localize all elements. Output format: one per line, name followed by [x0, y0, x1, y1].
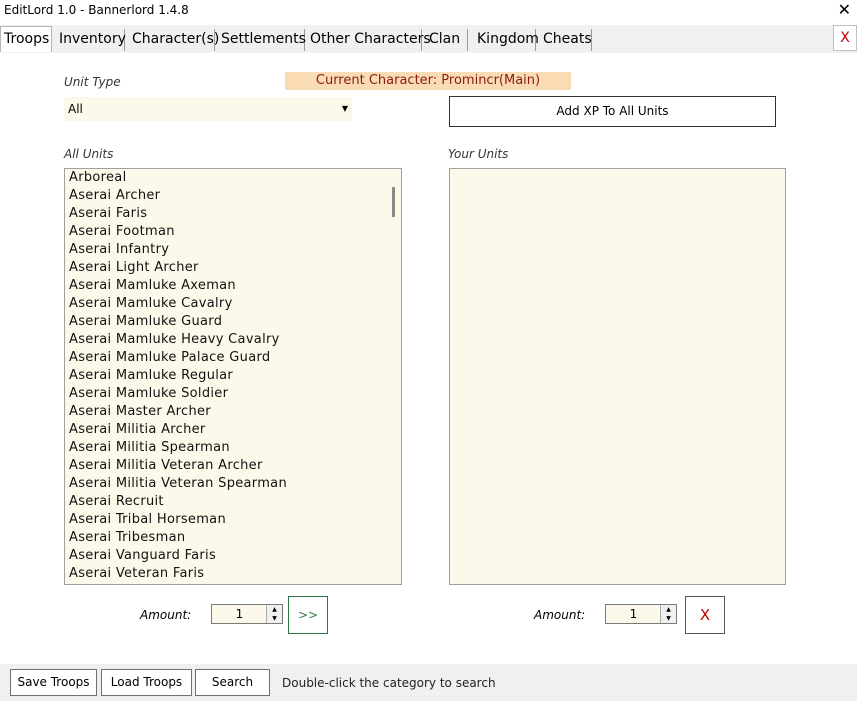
all-units-list[interactable]: Arboreal Aserai Archer Aserai Faris Aser… — [64, 168, 402, 585]
unit-type-dropdown[interactable]: All ▼ — [64, 97, 352, 121]
remove-unit-button[interactable]: X — [685, 596, 725, 634]
list-item[interactable]: Aserai Militia Spearman — [65, 439, 401, 457]
list-item[interactable]: Aserai Mamluke Regular — [65, 367, 401, 385]
tab-inventory[interactable]: Inventory — [56, 29, 126, 51]
current-character-banner: Current Character: Promincr(Main) — [285, 72, 571, 90]
list-item[interactable]: Aserai Militia Veteran Archer — [65, 457, 401, 475]
save-troops-button[interactable]: Save Troops — [10, 669, 97, 696]
unit-type-label: Unit Type — [64, 75, 121, 89]
tab-troops[interactable]: Troops — [0, 26, 52, 52]
tab-characters[interactable]: Character(s) — [129, 29, 219, 51]
tab-kingdom[interactable]: Kingdom — [474, 29, 539, 51]
dropdown-arrow-icon[interactable]: ▼ — [342, 97, 348, 121]
scrollbar-thumb[interactable] — [392, 187, 395, 217]
search-button[interactable]: Search — [195, 669, 270, 696]
list-item[interactable]: Aserai Vanguard Faris — [65, 547, 401, 565]
list-item[interactable]: Aserai Militia Veteran Spearman — [65, 475, 401, 493]
list-item[interactable]: Aserai Recruit — [65, 493, 401, 511]
spin-arrows-icon[interactable]: ▲ ▼ — [660, 605, 676, 623]
list-item[interactable]: Aserai Light Archer — [65, 259, 401, 277]
your-units-list[interactable] — [449, 168, 786, 585]
list-item[interactable]: Aserai Faris — [65, 205, 401, 223]
bottom-bar: Save Troops Load Troops Search Double-cl… — [0, 664, 857, 701]
left-amount-value[interactable]: 1 — [212, 605, 267, 623]
unit-type-value: All — [68, 102, 83, 116]
tab-cheats[interactable]: Cheats — [540, 29, 592, 51]
right-amount-stepper[interactable]: 1 ▲ ▼ — [605, 604, 677, 624]
list-item[interactable]: Aserai Mamluke Guard — [65, 313, 401, 331]
search-hint: Double-click the category to search — [282, 676, 496, 690]
list-item[interactable]: Arboreal — [65, 169, 401, 187]
list-item[interactable]: Aserai Mamluke Palace Guard — [65, 349, 401, 367]
tab-bar: Troops Inventory Character(s) Settlement… — [0, 25, 857, 53]
list-item[interactable]: Aserai Mamluke Cavalry — [65, 295, 401, 313]
right-amount-value[interactable]: 1 — [606, 605, 661, 623]
list-item[interactable]: Aserai Archer — [65, 187, 401, 205]
title-bar: EditLord 1.0 - Bannerlord 1.4.8 ✕ — [0, 0, 857, 22]
add-to-your-units-button[interactable]: >> — [288, 596, 328, 634]
list-item[interactable]: Aserai Footman — [65, 223, 401, 241]
left-amount-stepper[interactable]: 1 ▲ ▼ — [211, 604, 283, 624]
list-item[interactable]: Aserai Tribesman — [65, 529, 401, 547]
close-tab-button[interactable]: X — [833, 25, 857, 51]
list-item[interactable]: Aserai Mamluke Axeman — [65, 277, 401, 295]
list-item[interactable]: Aserai Tribal Horseman — [65, 511, 401, 529]
list-item[interactable]: Aserai Militia Archer — [65, 421, 401, 439]
tab-settlements[interactable]: Settlements — [218, 29, 306, 51]
spin-arrows-icon[interactable]: ▲ ▼ — [266, 605, 282, 623]
left-amount-label: Amount: — [140, 608, 192, 622]
your-units-label: Your Units — [448, 147, 509, 161]
tab-other-characters[interactable]: Other Characters — [307, 29, 431, 51]
list-item[interactable]: Aserai Veteran Faris — [65, 565, 401, 583]
close-icon[interactable]: ✕ — [838, 0, 851, 20]
all-units-label: All Units — [64, 147, 114, 161]
list-item[interactable]: Aserai Mamluke Soldier — [65, 385, 401, 403]
list-item[interactable]: Aserai Infantry — [65, 241, 401, 259]
right-amount-label: Amount: — [534, 608, 586, 622]
list-item[interactable]: Aserai Master Archer — [65, 403, 401, 421]
load-troops-button[interactable]: Load Troops — [101, 669, 192, 696]
window-title: EditLord 1.0 - Bannerlord 1.4.8 — [4, 3, 189, 17]
add-xp-button[interactable]: Add XP To All Units — [449, 96, 776, 127]
tab-clan[interactable]: Clan — [426, 29, 468, 51]
list-item[interactable]: Aserai Mamluke Heavy Cavalry — [65, 331, 401, 349]
